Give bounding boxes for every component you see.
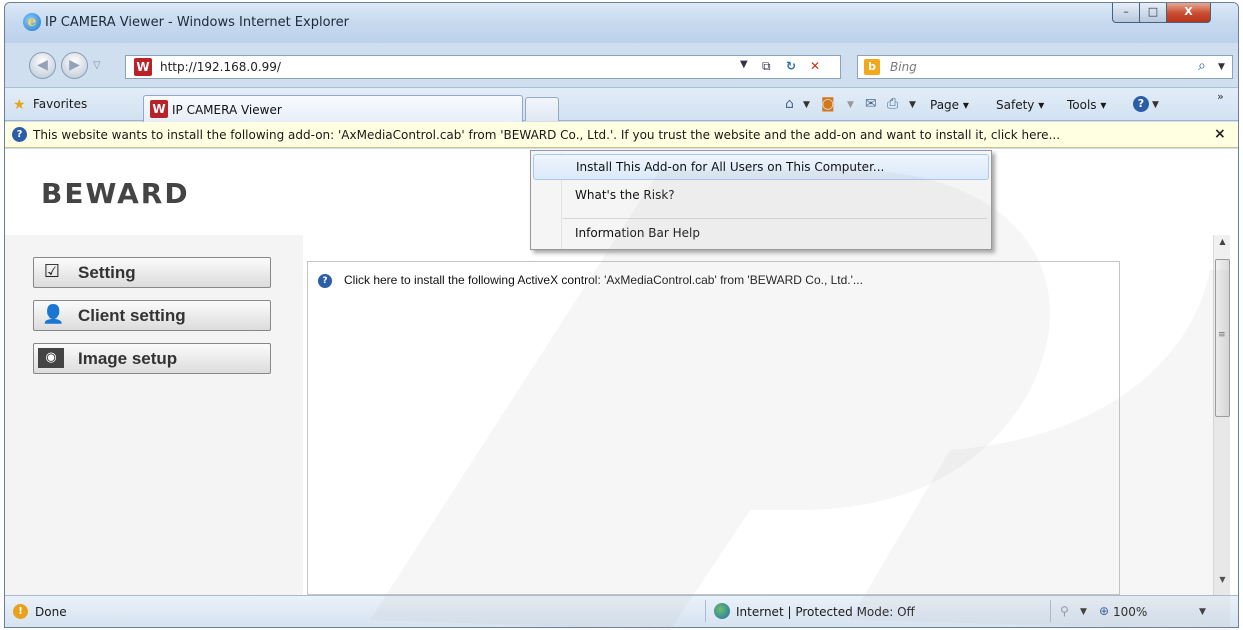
status-bar: ! Done Internet | Protected Mode: Off ⚲ … [5, 595, 1238, 627]
home-dropdown-icon[interactable]: ▼ [803, 100, 810, 110]
shield-icon: ? [12, 127, 27, 142]
scroll-down-arrow-icon[interactable]: ▼ [1214, 575, 1231, 589]
home-icon[interactable]: ⌂ [785, 96, 794, 112]
minimize-button[interactable]: – [1112, 3, 1140, 23]
feeds-dropdown-icon[interactable]: ▼ [847, 100, 854, 110]
search-options-dropdown-icon[interactable]: ▼ [1218, 62, 1225, 72]
favorites-bar: ★ Favorites W IP CAMERA Viewer ⌂ ▼ ◙ ▼ ✉… [5, 87, 1238, 122]
scroll-up-arrow-icon[interactable]: ▲ [1214, 237, 1231, 251]
refresh-icon[interactable]: ↻ [786, 59, 796, 73]
search-input[interactable]: Bing [890, 60, 917, 74]
setting-label: Setting [78, 263, 136, 282]
search-icon[interactable]: ⌕ [1198, 58, 1206, 74]
zoom-icon[interactable]: ⊕ [1099, 604, 1109, 618]
image-setup-label: Image setup [78, 349, 178, 368]
warning-icon: ! [13, 604, 28, 619]
client-setting-label: Client setting [78, 306, 186, 325]
feeds-icon[interactable]: ◙ [821, 96, 835, 112]
menu-item-label: Install This Add-on for All Users on Thi… [576, 160, 885, 174]
information-bar[interactable]: ? This website wants to install the foll… [5, 122, 1238, 148]
print-icon[interactable]: ⎙ [887, 96, 898, 112]
help-icon[interactable]: ? [1133, 96, 1149, 112]
help-dropdown-icon[interactable]: ▼ [1152, 100, 1159, 110]
zoom-dropdown-icon[interactable]: ▼ [1199, 607, 1206, 617]
favorites-star-icon[interactable]: ★ [13, 97, 26, 113]
scroll-thumb[interactable]: ≡ [1215, 259, 1230, 417]
window-title: IP CAMERA Viewer - Windows Internet Expl… [45, 15, 349, 30]
activex-install-prompt[interactable]: Click here to install the following Acti… [344, 273, 863, 287]
status-divider [1050, 600, 1051, 622]
internet-zone-icon [714, 603, 730, 619]
security-zone-text[interactable]: Internet | Protected Mode: Off [736, 605, 915, 619]
print-dropdown-icon[interactable]: ▼ [909, 100, 916, 110]
stop-icon[interactable]: ✕ [810, 59, 820, 73]
address-bar[interactable]: W http://192.168.0.99/ ▼ ⧉ ↻ ✕ [125, 55, 841, 79]
image-setup-button[interactable]: ◉ Image setup [33, 343, 271, 374]
tools-menu[interactable]: Tools ▾ [1067, 98, 1106, 112]
bing-logo-icon: b [864, 59, 880, 75]
menu-item-whats-the-risk[interactable]: What's the Risk? [533, 183, 989, 209]
safety-menu[interactable]: Safety ▾ [996, 98, 1044, 112]
close-button[interactable]: X [1166, 3, 1211, 23]
info-bar-message[interactable]: This website wants to install the follow… [33, 128, 1060, 142]
activex-shield-icon: ? [318, 274, 332, 288]
left-menu-panel: ☑ Setting 👤 Client setting ◉ Image setup [5, 235, 303, 595]
maximize-button[interactable]: □ [1139, 3, 1167, 23]
internet-explorer-icon: e [23, 13, 41, 31]
address-dropdown-icon[interactable]: ▼ [740, 59, 748, 70]
back-button[interactable]: ◀ [29, 52, 56, 79]
favorites-button[interactable]: Favorites [33, 97, 87, 111]
activex-viewer-area[interactable]: ? Click here to install the following Ac… [307, 261, 1120, 595]
forward-icon: ▶ [69, 57, 80, 73]
camera-icon: ◉ [38, 348, 64, 368]
new-tab-button[interactable] [525, 97, 559, 121]
protected-mode-icon[interactable]: ⚲ [1060, 604, 1069, 618]
menu-item-label: What's the Risk? [575, 188, 675, 202]
tab-favicon-icon: W [150, 100, 168, 118]
url-input[interactable]: http://192.168.0.99/ [160, 60, 281, 74]
read-mail-icon[interactable]: ✉ [865, 96, 877, 112]
title-bar: e IP CAMERA Viewer - Windows Internet Ex… [5, 3, 1238, 43]
menu-item-install-addon[interactable]: Install This Add-on for All Users on Thi… [533, 154, 989, 180]
status-divider [705, 600, 706, 622]
browser-window: e IP CAMERA Viewer - Windows Internet Ex… [4, 2, 1239, 628]
compatibility-view-icon[interactable]: ⧉ [762, 59, 771, 74]
zoom-level[interactable]: 100% [1113, 605, 1147, 619]
menu-separator [563, 218, 987, 219]
status-text: Done [35, 605, 67, 619]
tab-title: IP CAMERA Viewer [172, 103, 282, 117]
client-setting-button[interactable]: 👤 Client setting [33, 300, 271, 331]
scroll-grip-icon: ≡ [1218, 330, 1226, 340]
info-bar-context-menu: Install This Add-on for All Users on Thi… [530, 150, 992, 250]
forward-button[interactable]: ▶ [61, 52, 88, 79]
info-bar-close-icon[interactable]: × [1214, 126, 1226, 142]
menu-item-information-bar-help[interactable]: Information Bar Help [533, 221, 989, 247]
back-icon: ◀ [37, 57, 48, 73]
beward-logo: BEWARD [41, 177, 190, 210]
tab-ip-camera-viewer[interactable]: W IP CAMERA Viewer [143, 95, 523, 122]
site-favicon-icon: W [134, 58, 152, 76]
page-menu[interactable]: Page ▾ [930, 98, 969, 112]
protected-mode-dropdown-icon[interactable]: ▼ [1080, 607, 1087, 617]
recent-pages-dropdown-icon[interactable]: ▽ [93, 60, 101, 71]
search-box[interactable]: b Bing ⌕ ▼ [857, 55, 1233, 79]
user-icon: 👤 [42, 304, 65, 325]
checkbox-icon: ☑ [43, 261, 61, 282]
vertical-scrollbar[interactable]: ▲ ≡ ▼ [1213, 235, 1230, 595]
chevron-more-icon[interactable]: » [1217, 90, 1224, 103]
setting-button[interactable]: ☑ Setting [33, 257, 271, 288]
menu-item-label: Information Bar Help [575, 226, 700, 240]
